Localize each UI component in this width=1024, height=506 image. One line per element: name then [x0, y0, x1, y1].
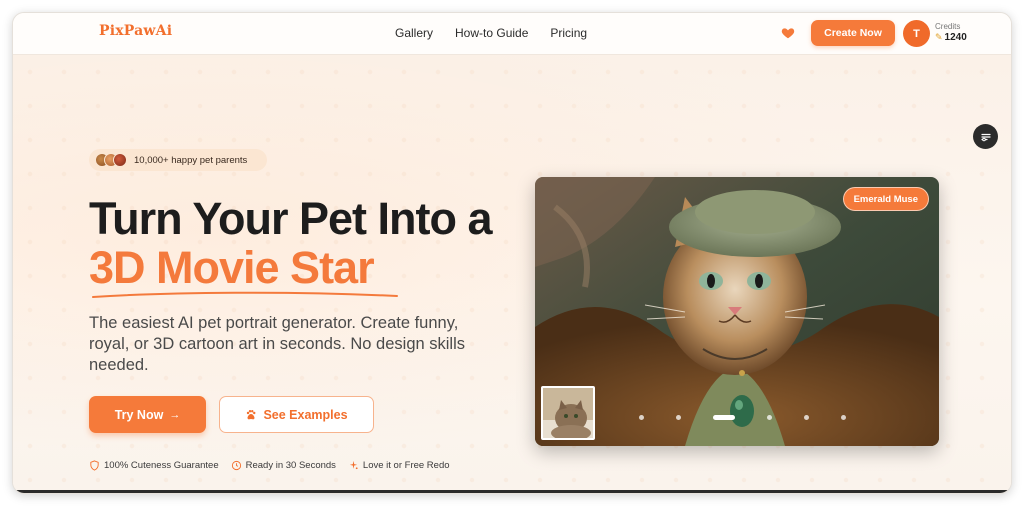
- sliders-icon: [980, 133, 991, 141]
- paw-icon: [247, 409, 256, 419]
- arrow-right-icon: →: [169, 408, 181, 421]
- heart-icon[interactable]: [781, 26, 795, 40]
- headline-underline: [92, 291, 398, 298]
- carousel-dots: [639, 415, 878, 420]
- top-navbar: PixPawAi Gallery How-to Guide Pricing Cr…: [13, 13, 1011, 55]
- carousel-dot-active[interactable]: [713, 415, 735, 420]
- credits-value: 1240: [944, 32, 967, 43]
- credits-display: ✎ 1240: [935, 32, 967, 43]
- hero-subtitle: The easiest AI pet portrait generator. C…: [89, 314, 466, 374]
- feature-item: Love it or Free Redo: [348, 460, 450, 471]
- original-cat-photo: [543, 388, 593, 438]
- feature-list: 100% Cuteness Guarantee Ready in 30 Seco…: [89, 460, 462, 471]
- browser-window: PixPawAi Gallery How-to Guide Pricing Cr…: [12, 12, 1012, 494]
- cat-portrait-image: [535, 177, 939, 446]
- feature-item: Ready in 30 Seconds: [231, 460, 336, 471]
- nav-links: Gallery How-to Guide Pricing: [395, 26, 609, 40]
- carousel-dot[interactable]: [841, 415, 846, 420]
- feature-label: Ready in 30 Seconds: [245, 460, 336, 471]
- carousel-dot[interactable]: [676, 415, 681, 420]
- pet-avatars: [95, 153, 127, 167]
- original-photo-thumbnail[interactable]: [541, 386, 595, 440]
- window-bottom-edge: [13, 490, 1011, 493]
- nav-link-how-to-guide[interactable]: How-to Guide: [455, 26, 528, 40]
- logo[interactable]: PixPawAi: [99, 23, 172, 39]
- nav-link-pricing[interactable]: Pricing: [550, 26, 587, 40]
- social-proof-text: 10,000+ happy pet parents: [134, 154, 248, 166]
- carousel-dot[interactable]: [767, 415, 772, 420]
- nav-link-gallery[interactable]: Gallery: [395, 26, 433, 40]
- social-proof-badge: 10,000+ happy pet parents: [89, 149, 267, 171]
- try-now-label: Try Now: [114, 407, 164, 422]
- credits-label: Credits: [935, 22, 961, 31]
- try-now-button[interactable]: Try Now →: [89, 396, 206, 433]
- sparkle-icon: [349, 460, 358, 470]
- pet-avatar: [113, 153, 127, 167]
- hero-headline-highlight: 3D Movie Star: [89, 242, 375, 293]
- coin-icon: ✎: [935, 32, 943, 42]
- see-examples-label: See Examples: [263, 407, 348, 422]
- feature-label: 100% Cuteness Guarantee: [104, 460, 219, 471]
- style-label-chip[interactable]: Emerald Muse: [842, 187, 929, 211]
- shield-icon: [90, 460, 99, 471]
- create-now-button[interactable]: Create Now: [811, 20, 895, 46]
- feature-item: 100% Cuteness Guarantee: [89, 460, 219, 471]
- user-avatar[interactable]: T: [903, 20, 930, 47]
- feature-label: Love it or Free Redo: [362, 460, 450, 471]
- carousel-dot[interactable]: [804, 415, 809, 420]
- see-examples-button[interactable]: See Examples: [219, 396, 374, 433]
- settings-toggle-icon[interactable]: [973, 124, 998, 149]
- carousel-dot[interactable]: [639, 415, 644, 420]
- hero-headline: Turn Your Pet Into a: [89, 193, 493, 244]
- clock-icon: [231, 460, 241, 471]
- showcase-image-card[interactable]: Emerald Muse: [535, 177, 939, 446]
